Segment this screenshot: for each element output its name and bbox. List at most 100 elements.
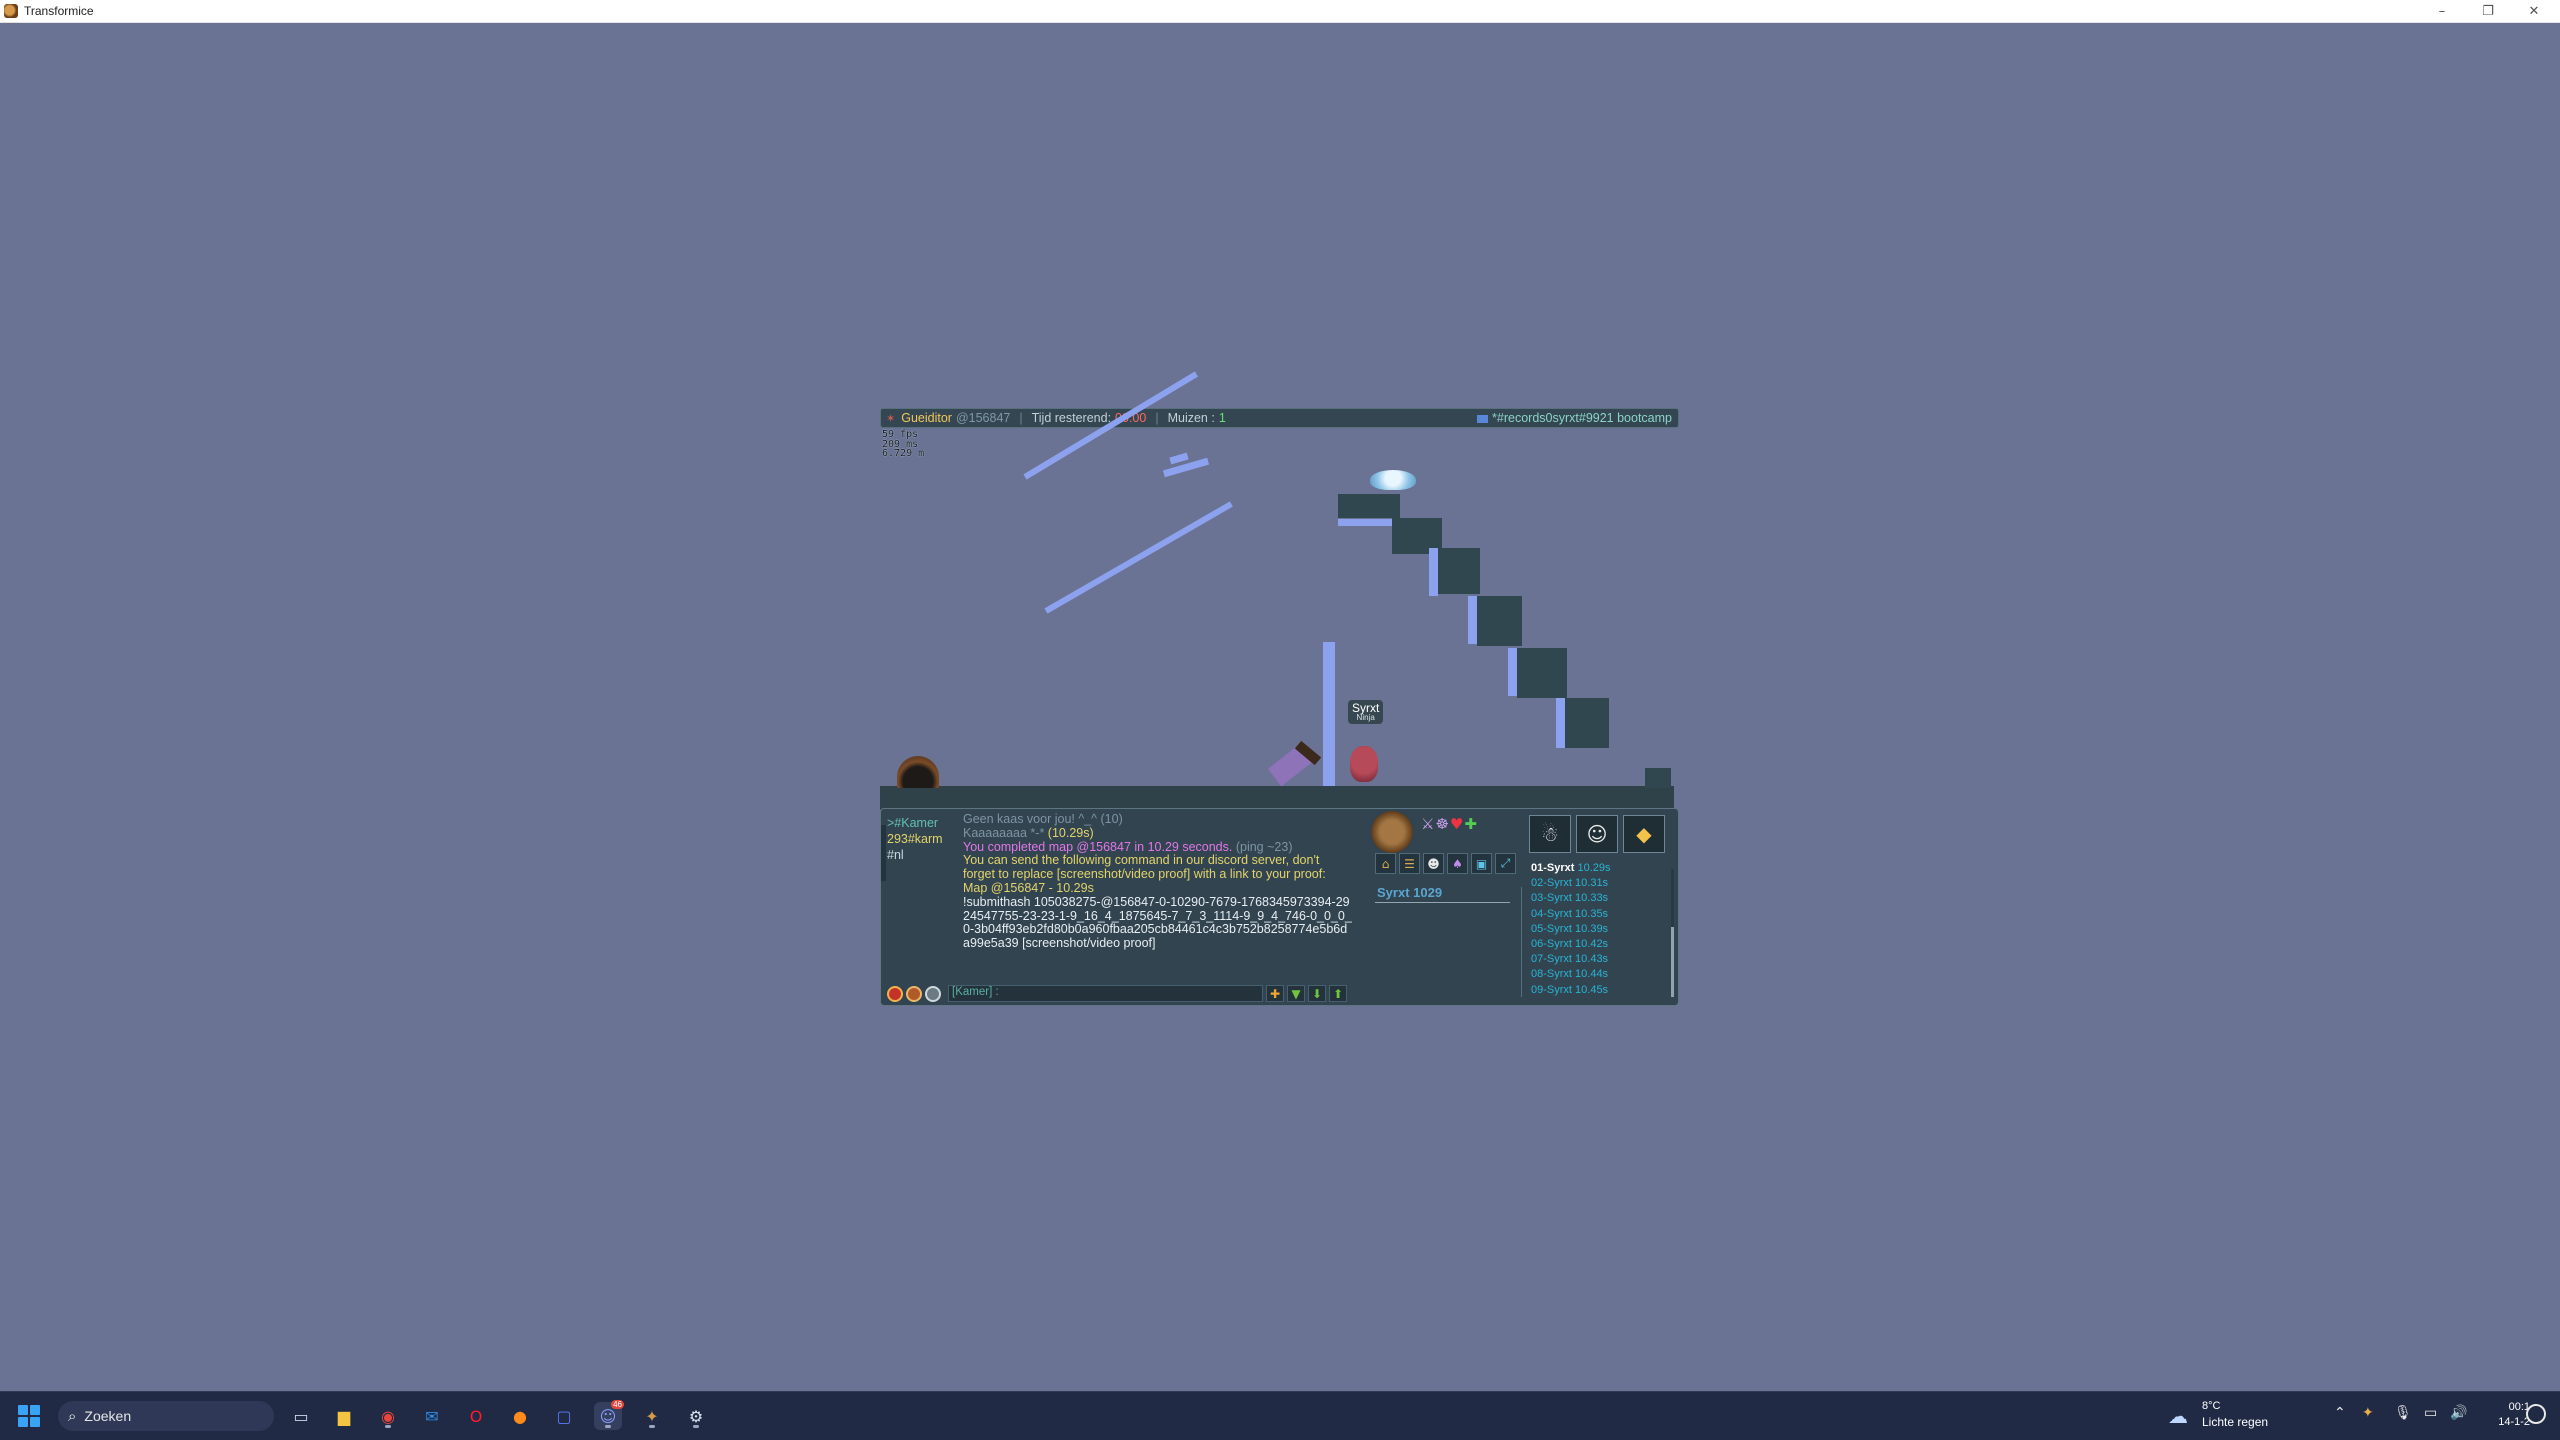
ground-platform [880,786,1674,810]
console-icon[interactable]: ▣ [1471,853,1492,874]
room-name[interactable]: *#records0syrxt#9921 bootcamp [1477,411,1672,425]
penguin-avatar-icon[interactable]: ☃ [1529,815,1571,853]
chat-message: !submithash 105038275-@156847-0-10290-76… [963,894,1352,951]
volume-icon[interactable]: 🔊 [2450,1405,2467,1421]
leaderboard-time: 10.44s [1575,968,1609,981]
clock[interactable]: 00:1 14-1-2 [2480,1400,2530,1430]
leaderboard-rank: 07-Syrxt [1531,953,1572,966]
chat-message: Map @156847 - 10.29s [963,880,1094,895]
chat-input[interactable]: [Kamer] : [948,985,1263,1002]
window-title: Transformice [24,4,94,18]
chrome-icon[interactable]: ◉ [374,1402,402,1430]
chat-message: You completed map @156847 in 10.29 secon… [963,839,1353,855]
stair-ice-ledge [1338,519,1392,526]
discord-icon[interactable]: ☺ 46 [594,1400,624,1430]
clock-date: 14-1-2 [2498,1416,2530,1428]
chat-message-extra: (ping ~23) [1235,839,1293,854]
player-name-score: Syrxt 1029 [1377,885,1443,900]
owl-avatar-icon[interactable]: ☺ [1576,815,1618,853]
game-top-bar: ✶ Gueiditor @156847 | Tijd resterend: 00… [880,408,1679,428]
stair-block-2 [1438,548,1480,594]
friends-icon[interactable] [925,985,941,1002]
file-explorer-icon[interactable]: ▆ [330,1402,358,1430]
firefox-icon[interactable]: ● [506,1402,534,1430]
window-titlebar: Transformice – ❐ ✕ [0,0,2560,23]
divider: | [1019,411,1023,425]
channel-divider [881,825,886,881]
start-button[interactable] [18,1405,40,1427]
microphone-icon[interactable]: 🎙 [2394,1405,2412,1421]
weather-temperature: 8°C [2202,1400,2221,1412]
stair-platform-top [1338,494,1400,518]
ice-ramp-stack-cap [1169,452,1189,465]
leaderboard-row: 03-Syrxt 10.33s [1531,891,1611,906]
chat-scroll-down-button[interactable]: ⬇ [1308,985,1326,1002]
profile-icon[interactable]: ☻ [1423,853,1444,874]
clock-time: 00:1 [2508,1401,2530,1413]
leaderboard-scroll-thumb[interactable] [1671,927,1674,997]
leaderboard-time: 10.31s [1575,877,1609,890]
transformice-icon[interactable]: ✦ [638,1402,666,1430]
ice-ramp-lower [1044,501,1233,614]
opera-icon[interactable]: O [462,1402,490,1430]
shaman-icon[interactable] [1371,811,1413,853]
ground-step [1645,768,1671,788]
player-nametag: Syrxt Ninja [1348,700,1384,724]
chat-message: You can send the following command in ou… [963,853,1326,882]
close-button[interactable]: ✕ [2512,0,2556,22]
stair-ice-4 [1556,698,1565,748]
cheese-icon [1370,470,1416,490]
notification-icon[interactable] [2526,1404,2546,1424]
player-nametag-title: Ninja [1356,713,1375,722]
restore-button[interactable]: ❐ [2466,0,2510,22]
emote-icon[interactable] [906,985,922,1002]
leaderboard-rank: 05-Syrxt [1531,922,1572,935]
channel-item-karm[interactable]: 293#karm [887,831,957,847]
outlook-icon[interactable]: ✉ [418,1402,446,1430]
shop-icon[interactable]: ⌂ [1375,853,1396,874]
stair-block-3 [1477,596,1522,646]
chat-panel: >#Kamer 293#karm #nl Geen kaas voor jou!… [880,808,1679,1006]
chat-down-button[interactable]: ▼ [1287,985,1305,1002]
leaderboard-row: 05-Syrxt 10.39s [1531,922,1611,937]
map-author: Gueiditor [901,411,952,425]
divider: | [1155,411,1159,425]
leaderboard-row: 07-Syrxt 10.43s [1531,952,1611,967]
network-icon[interactable]: ▭ [2424,1405,2437,1421]
mice-count-value: 1 [1218,411,1226,425]
chat-message-text: Kaaaaaaaa *-* [963,825,1048,840]
heart-icon[interactable] [887,985,903,1002]
chat-message: Kaaaaaaaa *-* (10.29s) [963,825,1353,841]
steam-icon[interactable]: ⚙ [682,1402,710,1430]
chevron-up-icon[interactable]: ⌃ [2334,1405,2346,1421]
chat-scroll-up-button[interactable]: ⬆ [1329,985,1347,1002]
menu-icon-row: ⌂ ☰ ☻ ♠ ▣ ⤢ [1375,853,1516,874]
teams-icon[interactable]: ▢ [550,1402,578,1430]
mouse-logo-icon: ✶ [886,411,896,425]
leaderboard-row: 02-Syrxt 10.31s [1531,876,1611,891]
channel-item-kamer[interactable]: >#Kamer [887,815,957,831]
minimize-button[interactable]: – [2420,0,2464,22]
time-remaining-label: Tijd resterend: [1031,411,1112,425]
chat-add-button[interactable]: ✚ [1266,985,1284,1002]
taskbar-search[interactable]: ⌕ Zoeken [58,1401,274,1431]
fullscreen-icon[interactable]: ⤢ [1495,853,1516,874]
leaderboard-rank: 06-Syrxt [1531,938,1572,951]
leaderboard-rank: 03-Syrxt [1531,892,1572,905]
tray-app-icon[interactable]: ✦ [2362,1405,2374,1421]
task-view-icon[interactable]: ▭ [287,1402,315,1430]
leaderboard-time: 10.45s [1575,983,1609,996]
tribe-icon[interactable]: ♠ [1447,853,1468,874]
stair-ice-3 [1508,648,1517,696]
leaderboard-rank: 01-Syrxt [1531,862,1575,874]
cheese-avatar-icon[interactable]: ◆ [1623,815,1665,853]
tools-cluster-icon[interactable]: ⚔☸♥✚ [1421,815,1483,845]
leaderboard-time: 10.35s [1575,907,1609,920]
leaderboard-row: 01-Syrxt 10.29s [1531,861,1611,876]
taskbar: ⌕ Zoeken ▭ ▆ ◉ ✉ O ● ▢ ☺ 46 ✦ ⚙ ☁ 8°C Lic… [0,1391,2560,1440]
chat-channel-list: >#Kamer 293#karm #nl [887,815,957,863]
weather-widget[interactable]: ☁ 8°C Lichte regen [2168,1400,2278,1432]
chat-message-extra: (10.29s) [1047,825,1094,840]
channel-item-nl[interactable]: #nl [887,847,957,863]
list-icon[interactable]: ☰ [1399,853,1420,874]
